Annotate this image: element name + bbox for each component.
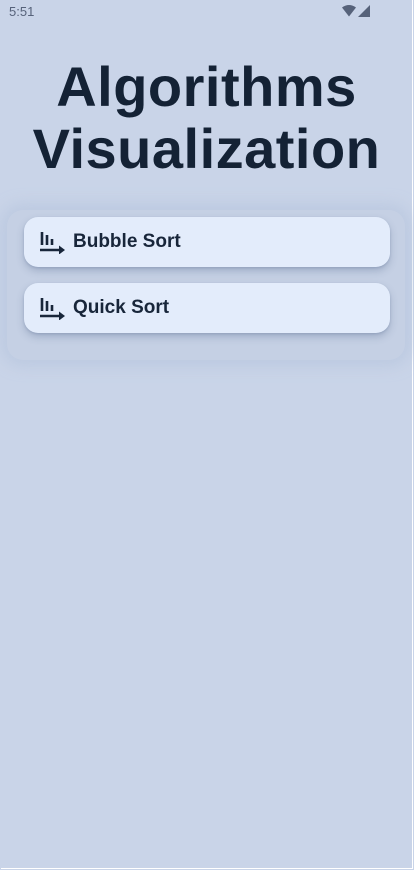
quick-sort-label: Quick Sort bbox=[73, 297, 170, 318]
bubble-sort-button[interactable]: Bubble Sort bbox=[24, 217, 390, 267]
algorithm-menu: Bubble Sort Quick Sort bbox=[7, 210, 405, 360]
quick-sort-button[interactable]: Quick Sort bbox=[24, 283, 390, 333]
status-bar: 5:51 bbox=[1, 0, 412, 22]
status-time: 5:51 bbox=[9, 4, 35, 19]
app-screen: 5:51 Algorithms Visualization Bubble Sor… bbox=[1, 0, 413, 869]
cellular-signal-icon bbox=[358, 4, 370, 22]
sort-chart-icon bbox=[38, 296, 66, 320]
page-title-line-1: Algorithms bbox=[56, 55, 357, 118]
status-icons bbox=[342, 4, 370, 22]
page-title: Algorithms Visualization bbox=[1, 56, 412, 180]
bubble-sort-label: Bubble Sort bbox=[73, 231, 181, 252]
wifi-icon bbox=[342, 4, 356, 22]
page-title-line-2: Visualization bbox=[32, 117, 381, 180]
sort-chart-icon bbox=[38, 230, 66, 254]
